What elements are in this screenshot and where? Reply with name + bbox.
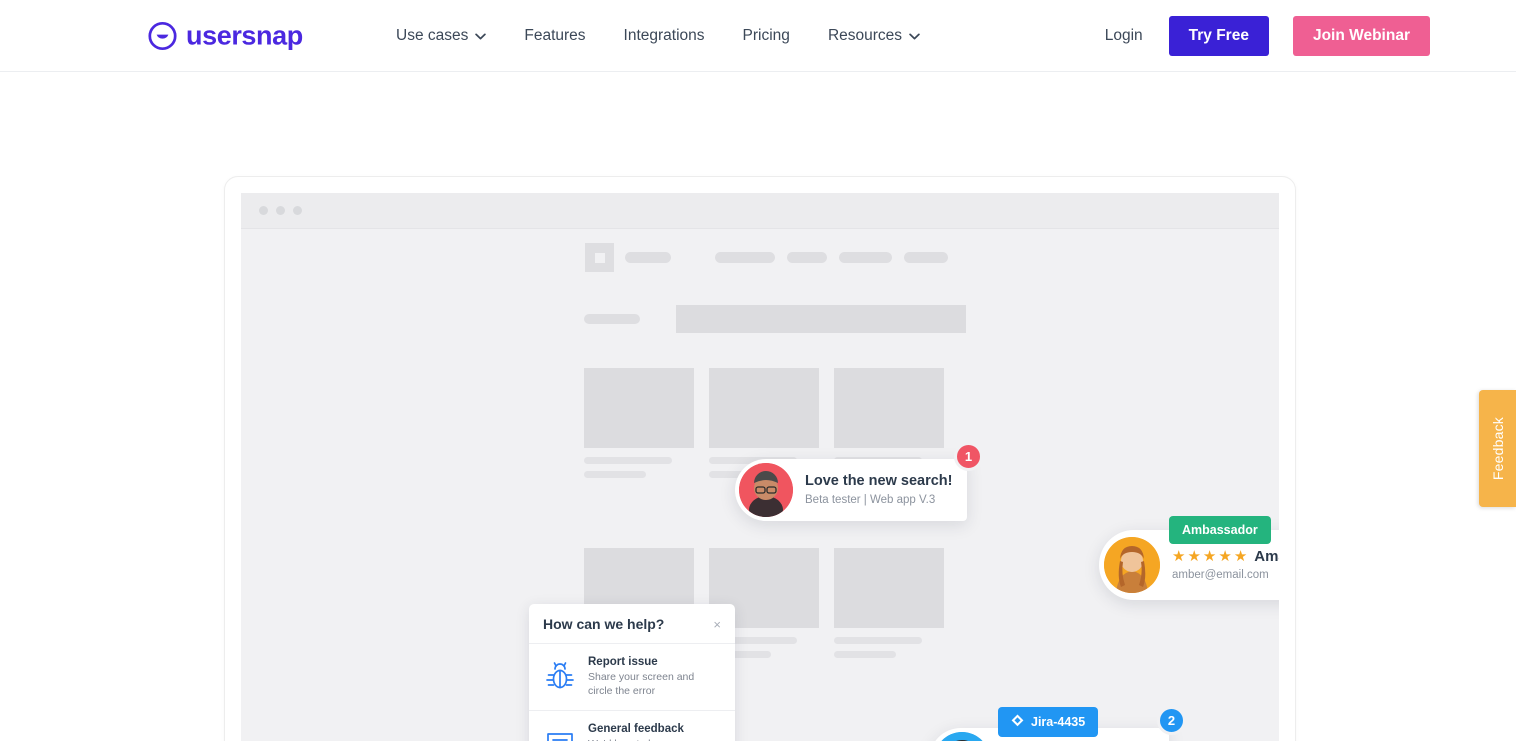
main-navigation: Use cases Features Integrations Pricing … <box>396 21 920 51</box>
brand-name: usersnap <box>186 20 303 50</box>
chevron-down-icon <box>909 27 920 45</box>
header-actions: Login Try Free Join Webinar <box>1105 15 1430 56</box>
wireframe-card <box>834 548 944 658</box>
hero-section: 1 2 Love the new search! Beta tester | W… <box>0 72 1516 741</box>
rating-row: ★ ★ ★ ★ ★ Amazing tool <box>1172 548 1279 565</box>
help-option-report-issue[interactable]: Report issue Share your screen and circl… <box>529 644 735 711</box>
avatar <box>934 732 990 741</box>
help-option-general-feedback-text: General feedback We'd love to hear your … <box>588 722 721 741</box>
avatar <box>1104 537 1160 593</box>
annotation-badge-1[interactable]: 1 <box>954 442 983 471</box>
wireframe-nav-link-2 <box>787 252 827 263</box>
browser-titlebar <box>241 193 1279 229</box>
side-feedback-label: Feedback <box>1489 416 1506 481</box>
star-icon: ★ <box>1187 547 1201 565</box>
help-widget: How can we help? × Report issue Share yo… <box>529 604 735 741</box>
ambassador-email: amber@email.com <box>1172 568 1269 581</box>
help-option-general-feedback[interactable]: General feedback We'd love to hear your … <box>529 711 735 741</box>
window-dot-minimize-icon <box>276 206 285 215</box>
wireframe-nav-link-1 <box>715 252 775 263</box>
wireframe-nav-link-3 <box>839 252 892 263</box>
wireframe-kicker-placeholder <box>584 314 640 324</box>
nav-label-pricing: Pricing <box>742 26 790 44</box>
login-link[interactable]: Login <box>1105 27 1143 45</box>
chat-bubble-icon <box>543 726 577 741</box>
feedback-card-search-title: Love the new search! <box>805 472 953 489</box>
try-free-button[interactable]: Try Free <box>1168 15 1269 56</box>
brand-logo[interactable]: usersnap <box>148 21 303 50</box>
wireframe-hero-row <box>584 305 966 333</box>
wireframe-nav-link-4 <box>904 252 948 263</box>
nav-item-pricing[interactable]: Pricing <box>743 21 790 51</box>
wireframe-headline-placeholder <box>676 305 966 333</box>
help-option-title: General feedback <box>588 722 684 735</box>
nav-item-features[interactable]: Features <box>524 21 585 51</box>
feedback-card-search[interactable]: Love the new search! Beta tester | Web a… <box>735 459 967 521</box>
browser-mockup-screen: 1 2 Love the new search! Beta tester | W… <box>241 193 1279 741</box>
nav-label-integrations: Integrations <box>623 26 705 44</box>
jira-issue-badge[interactable]: Jira-4435 <box>998 707 1099 737</box>
help-option-desc: We'd love to hear your feedback or sugge… <box>588 738 721 741</box>
wireframe-logo-placeholder <box>585 243 614 272</box>
star-icon: ★ <box>1233 547 1248 565</box>
bug-icon <box>543 660 577 694</box>
nav-item-resources[interactable]: Resources <box>828 21 920 51</box>
help-widget-title: How can we help? <box>543 616 665 632</box>
wireframe-navbar <box>585 243 948 272</box>
star-icon: ★ <box>1202 547 1217 565</box>
avatar <box>739 463 793 517</box>
chevron-down-icon <box>475 27 487 45</box>
star-rating: ★ ★ ★ ★ ★ <box>1172 549 1247 564</box>
window-dot-maximize-icon <box>293 206 302 215</box>
star-icon: ★ <box>1172 547 1186 565</box>
side-feedback-tab[interactable]: Feedback <box>1479 390 1516 507</box>
window-dot-close-icon <box>259 206 268 215</box>
annotation-badge-2[interactable]: 2 <box>1157 706 1186 735</box>
feedback-card-ambassador-text: ★ ★ ★ ★ ★ Amazing tool amber@email.com <box>1172 548 1279 583</box>
help-option-report-issue-text: Report issue Share your screen and circl… <box>588 655 721 699</box>
help-option-desc: Share your screen and circle the error <box>588 670 695 697</box>
wireframe-brand-placeholder <box>625 252 671 263</box>
jira-issue-label: Jira-4435 <box>1031 715 1086 729</box>
ambassador-badge: Ambassador <box>1169 516 1271 544</box>
help-widget-header: How can we help? × <box>529 604 735 644</box>
nav-label-features: Features <box>524 26 586 44</box>
help-option-title: Report issue <box>588 656 658 668</box>
site-header: usersnap Use cases Features Integrations… <box>0 0 1516 72</box>
feedback-card-search-subtitle: Beta tester | Web app V.3 <box>805 494 936 507</box>
star-icon: ★ <box>1218 547 1232 565</box>
feedback-card-search-text: Love the new search! Beta tester | Web a… <box>805 472 967 508</box>
wireframe-card <box>584 368 694 478</box>
nav-item-use-cases[interactable]: Use cases <box>396 21 487 51</box>
nav-label-use-cases: Use cases <box>396 26 469 44</box>
rating-label: Amazing tool <box>1254 547 1279 565</box>
join-webinar-button[interactable]: Join Webinar <box>1292 15 1430 56</box>
browser-mockup-frame: 1 2 Love the new search! Beta tester | W… <box>224 176 1296 741</box>
jira-diamond-icon <box>1011 714 1024 730</box>
nav-label-resources: Resources <box>827 26 903 44</box>
close-icon[interactable]: × <box>713 618 721 631</box>
nav-item-integrations[interactable]: Integrations <box>624 21 705 51</box>
usersnap-smiley-icon <box>148 21 177 50</box>
